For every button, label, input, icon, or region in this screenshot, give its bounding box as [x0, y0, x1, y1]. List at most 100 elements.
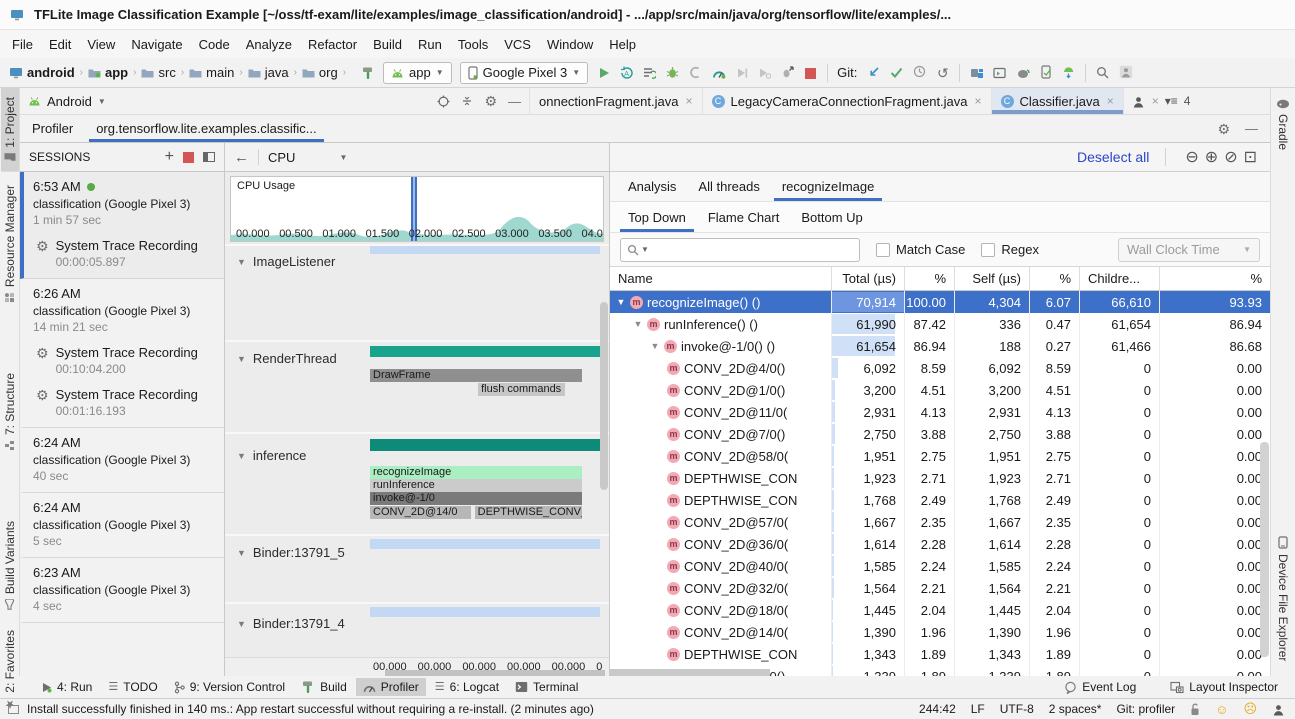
horizontal-scrollbar[interactable] [610, 669, 770, 676]
toolwindow-4--run[interactable]: 4: Run [34, 678, 99, 696]
line-ending[interactable]: LF [971, 702, 985, 716]
match-case-checkbox[interactable]: Match Case [876, 242, 965, 257]
sidebar-item-build-variants[interactable]: Build Variants [1, 512, 19, 619]
zoom-in-button[interactable]: ⊕ [1205, 149, 1218, 165]
thread-row[interactable]: ▼Binder:13791_4 [225, 602, 609, 657]
trace-span[interactable]: CONV_2D@14/0 [370, 506, 471, 519]
sidebar-item----favorites[interactable]: ★2: Favorites [1, 621, 19, 719]
sidebar-item-resource-manager[interactable]: Resource Manager [1, 176, 19, 312]
project-view-select[interactable]: Android [47, 94, 92, 109]
vertical-scrollbar[interactable] [600, 302, 608, 490]
search-button[interactable] [1091, 62, 1114, 84]
run-config-select[interactable]: app ▼ [383, 62, 452, 84]
recording-item[interactable]: ⚙System Trace Recording00:10:04.200 [33, 345, 218, 376]
attach-profiler-button[interactable] [753, 62, 776, 84]
search-field[interactable]: ▼ [620, 238, 860, 262]
user-icon[interactable] [1272, 703, 1285, 716]
history-button[interactable] [908, 61, 931, 83]
horizontal-scrollbar[interactable] [385, 670, 605, 676]
tab-analysis[interactable]: Analysis [620, 172, 684, 201]
expand-arrow-icon[interactable]: ▼ [616, 297, 626, 307]
profile-button[interactable] [707, 62, 730, 84]
menu-item-refactor[interactable]: Refactor [300, 34, 365, 55]
gradle-sync-button[interactable] [1011, 62, 1034, 84]
revert-button[interactable]: ↺ [931, 63, 954, 85]
git-branch[interactable]: Git: profiler [1116, 702, 1175, 716]
build-hammer-icon[interactable] [356, 62, 379, 84]
thread-row[interactable]: ▼Binder:13791_5 [225, 534, 609, 602]
stop-recording-button[interactable] [183, 152, 194, 163]
table-row[interactable]: mCONV_2D@58/0(1,9512.751,9512.7500.00 [610, 445, 1270, 467]
session-item[interactable]: 6:24 AMclassification (Google Pixel 3)5 … [20, 493, 224, 558]
stop-button[interactable] [799, 62, 822, 84]
editor-tab[interactable]: onnectionFragment.java× [530, 88, 703, 114]
table-row[interactable]: mCONV_2D@32/0(1,5642.211,5642.2100.00 [610, 577, 1270, 599]
close-icon[interactable]: × [1107, 94, 1114, 108]
zoom-to-selection-button[interactable]: ⊡ [1244, 149, 1257, 165]
restart-profiler-button[interactable] [776, 61, 799, 83]
recording-item[interactable]: ⚙System Trace Recording00:01:16.193 [33, 387, 218, 418]
table-row[interactable]: mCONV_2D@57/0(1,6672.351,6672.3500.00 [610, 511, 1270, 533]
table-row[interactable]: ▼mrecognizeImage() ()70,914100.004,3046.… [610, 291, 1270, 313]
session-item[interactable]: 6:26 AMclassification (Google Pixel 3)14… [20, 279, 224, 428]
menu-item-build[interactable]: Build [365, 34, 410, 55]
breadcrumb-item[interactable]: app [87, 65, 129, 80]
cpu-select[interactable]: CPU ▼ [268, 150, 347, 165]
breadcrumb-item[interactable]: org [301, 65, 339, 80]
menu-item-analyze[interactable]: Analyze [238, 34, 300, 55]
locate-icon[interactable] [437, 95, 450, 108]
column-header[interactable]: Total (µs) [832, 267, 905, 290]
collapse-triangle-icon[interactable]: ▼ [237, 451, 246, 461]
toolwindow-9--version-control[interactable]: 9: Version Control [167, 678, 292, 696]
table-row[interactable]: mCONV_2D@40/0(1,5852.241,5852.2400.00 [610, 555, 1270, 577]
trace-span[interactable]: DrawFrame [370, 369, 582, 382]
feedback-positive-icon[interactable]: ☺ [1215, 702, 1228, 717]
trace-span[interactable]: invoke@-1/0 [370, 492, 582, 505]
table-row[interactable]: mCONV_2D@11/0(2,9314.132,9314.1300.00 [610, 401, 1270, 423]
toolwindow-6--logcat[interactable]: ☰6: Logcat [428, 678, 506, 696]
recording-item[interactable]: ⚙System Trace Recording00:00:05.897 [33, 238, 218, 269]
trace-span[interactable]: DEPTHWISE_CONV_... [475, 506, 582, 519]
thread-timeline[interactable]: DrawFrameflush commands [370, 342, 600, 432]
back-button[interactable]: ← [234, 149, 249, 166]
zoom-out-button[interactable]: ⊖ [1185, 149, 1198, 165]
close-icon[interactable]: × [1152, 94, 1159, 108]
run-anything-button[interactable] [988, 62, 1011, 84]
indent-style[interactable]: 2 spaces* [1049, 702, 1102, 716]
session-item[interactable]: 6:53 AMclassification (Google Pixel 3)1 … [20, 172, 224, 279]
thread-row[interactable]: ▼RenderThreadDrawFrameflush commands [225, 340, 609, 432]
collapse-triangle-icon[interactable]: ▼ [237, 548, 246, 558]
thread-row[interactable]: ▼inferencerecognizeImagerunInferenceinvo… [225, 432, 609, 534]
menu-item-code[interactable]: Code [191, 34, 238, 55]
minimize-icon[interactable]: — [1245, 122, 1258, 135]
encoding[interactable]: UTF-8 [1000, 702, 1034, 716]
apply-changes-button[interactable]: A [615, 61, 638, 83]
menu-item-file[interactable]: File [4, 34, 41, 55]
clock-type-select[interactable]: Wall Clock Time ▼ [1118, 238, 1260, 262]
commit-button[interactable] [885, 62, 908, 84]
vertical-scrollbar[interactable] [1260, 442, 1269, 657]
sidebar-item-gradle[interactable]: Gradle [1274, 90, 1292, 159]
expand-arrow-icon[interactable]: ▼ [650, 341, 660, 351]
device-select[interactable]: Google Pixel 3 ▼ [460, 62, 588, 84]
apply-code-changes-button[interactable] [638, 61, 661, 83]
sidebar-item----structure[interactable]: 7: Structure [1, 364, 19, 460]
sdk-manager-button[interactable] [1057, 62, 1080, 84]
thread-timeline[interactable] [370, 536, 600, 602]
toolwindow-layout-inspector[interactable]: Layout Inspector [1163, 678, 1285, 696]
toolwindow-profiler[interactable]: Profiler [356, 678, 426, 696]
reset-zoom-button[interactable]: ⊘ [1224, 149, 1237, 165]
hide-icon[interactable]: — [508, 95, 521, 108]
menu-item-run[interactable]: Run [410, 34, 450, 55]
menu-item-vcs[interactable]: VCS [496, 34, 539, 55]
collapse-all-icon[interactable] [461, 95, 473, 107]
collapse-triangle-icon[interactable]: ▼ [237, 354, 246, 364]
profiler-session-tab[interactable]: org.tensorflow.lite.examples.classific..… [89, 115, 323, 142]
breadcrumb-item[interactable]: src [140, 65, 176, 80]
session-item[interactable]: 6:24 AMclassification (Google Pixel 3)40… [20, 428, 224, 493]
search-input[interactable] [651, 242, 853, 257]
trace-span[interactable]: flush commands [478, 383, 565, 396]
regex-checkbox[interactable]: Regex [981, 242, 1039, 257]
menu-item-view[interactable]: View [79, 34, 123, 55]
project-structure-button[interactable] [965, 62, 988, 84]
